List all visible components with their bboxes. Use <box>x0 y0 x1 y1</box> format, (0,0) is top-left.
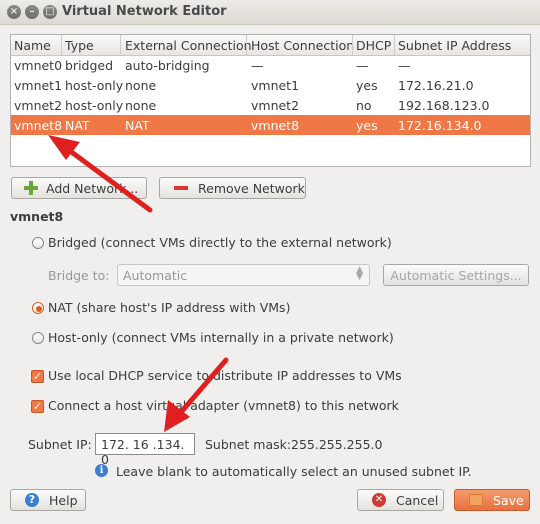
cell-external: none <box>125 78 157 93</box>
cancel-icon: ✕ <box>372 493 386 507</box>
cell-dhcp: yes <box>356 78 378 93</box>
help-button[interactable]: ? Help <box>10 489 86 511</box>
cell-external: none <box>125 98 157 113</box>
cell-dhcp: yes <box>356 118 378 133</box>
window-title: Virtual Network Editor <box>62 4 227 19</box>
cell-name: vmnet2 <box>14 98 63 113</box>
help-label: Help <box>49 492 78 508</box>
subnet-mask-value: 255.255.255.0 <box>291 437 383 452</box>
cell-name: vmnet0 <box>14 58 63 73</box>
nat-radio[interactable] <box>32 302 44 314</box>
subnet-ip-input[interactable]: 172. 16 .134. 0 <box>95 433 195 467</box>
bridged-label[interactable]: Bridged (connect VMs directly to the ext… <box>48 235 392 250</box>
save-icon <box>469 494 483 506</box>
column-header-external[interactable]: External Connection <box>125 38 252 53</box>
help-icon: ? <box>25 493 39 507</box>
add-network-button[interactable]: Add Network... <box>11 177 147 199</box>
host-adapter-label[interactable]: Connect a host virtual adapter (vmnet8) … <box>48 398 399 413</box>
minimize-window-icon[interactable]: – <box>25 5 39 19</box>
cell-subnet: 172.16.21.0 <box>398 78 474 93</box>
table-row[interactable]: vmnet2 host-only none vmnet2 no 192.168.… <box>11 95 530 115</box>
automatic-settings-button[interactable]: Automatic Settings... <box>383 264 529 286</box>
title-bar: × – □ Virtual Network Editor <box>0 0 540 25</box>
cancel-label: Cancel <box>396 492 439 508</box>
cell-external: NAT <box>125 118 150 133</box>
bridged-radio[interactable] <box>32 237 44 249</box>
column-header-type[interactable]: Type <box>65 38 94 53</box>
cell-host: — <box>251 58 264 73</box>
minus-icon <box>174 186 188 190</box>
dhcp-label[interactable]: Use local DHCP service to distribute IP … <box>48 368 402 383</box>
save-label: Save <box>493 492 524 508</box>
column-header-dhcp[interactable]: DHCP <box>356 38 391 53</box>
bridge-to-select[interactable]: Automatic ▲ ▼ <box>117 264 370 286</box>
cell-type: host-only <box>65 98 124 113</box>
table-row[interactable]: vmnet0 bridged auto-bridging — — — <box>11 55 530 75</box>
remove-network-label: Remove Network <box>198 180 305 196</box>
cell-type: bridged <box>65 58 114 73</box>
cell-name: vmnet1 <box>14 78 63 93</box>
info-icon: i <box>95 464 108 477</box>
hostonly-radio[interactable] <box>32 332 44 344</box>
cell-type: host-only <box>65 78 124 93</box>
bridge-to-value: Automatic <box>123 268 188 283</box>
cell-subnet: — <box>398 58 411 73</box>
hostonly-label[interactable]: Host-only (connect VMs internally in a p… <box>48 330 394 345</box>
close-window-icon[interactable]: × <box>7 5 21 19</box>
cell-dhcp: — <box>356 58 369 73</box>
updown-arrow-icon: ▲ ▼ <box>356 265 363 282</box>
network-table[interactable]: Name Type External Connection Host Conne… <box>10 34 531 167</box>
cell-dhcp: no <box>356 98 372 113</box>
table-row-selected[interactable]: vmnet8 NAT NAT vmnet8 yes 172.16.134.0 <box>11 115 530 135</box>
cell-host: vmnet1 <box>251 78 300 93</box>
host-adapter-checkbox[interactable]: ✓ <box>31 400 44 413</box>
maximize-window-icon[interactable]: □ <box>43 5 57 19</box>
section-title: vmnet8 <box>10 209 64 224</box>
column-header-host[interactable]: Host Connection <box>251 38 354 53</box>
nat-label[interactable]: NAT (share host's IP address with VMs) <box>48 300 290 315</box>
column-header-name[interactable]: Name <box>14 38 51 53</box>
cell-subnet: 172.16.134.0 <box>398 118 482 133</box>
cell-type: NAT <box>65 118 90 133</box>
subnet-mask-label: Subnet mask: <box>205 437 292 452</box>
cancel-button[interactable]: ✕ Cancel <box>357 489 444 511</box>
cell-host: vmnet2 <box>251 98 300 113</box>
save-button[interactable]: Save <box>454 489 530 511</box>
add-network-label: Add Network... <box>46 180 139 196</box>
cell-name: vmnet8 <box>14 118 63 133</box>
bridge-to-label: Bridge to: <box>48 268 110 283</box>
remove-network-button[interactable]: Remove Network <box>159 177 306 199</box>
subnet-hint: Leave blank to automatically select an u… <box>116 464 472 479</box>
cell-external: auto-bridging <box>125 58 210 73</box>
column-header-subnet[interactable]: Subnet IP Address <box>398 38 511 53</box>
cell-host: vmnet8 <box>251 118 300 133</box>
cell-subnet: 192.168.123.0 <box>398 98 490 113</box>
table-header: Name Type External Connection Host Conne… <box>11 35 530 56</box>
table-row[interactable]: vmnet1 host-only none vmnet1 yes 172.16.… <box>11 75 530 95</box>
plus-icon <box>24 181 38 195</box>
dhcp-checkbox[interactable]: ✓ <box>31 370 44 383</box>
subnet-ip-label: Subnet IP: <box>28 437 92 452</box>
